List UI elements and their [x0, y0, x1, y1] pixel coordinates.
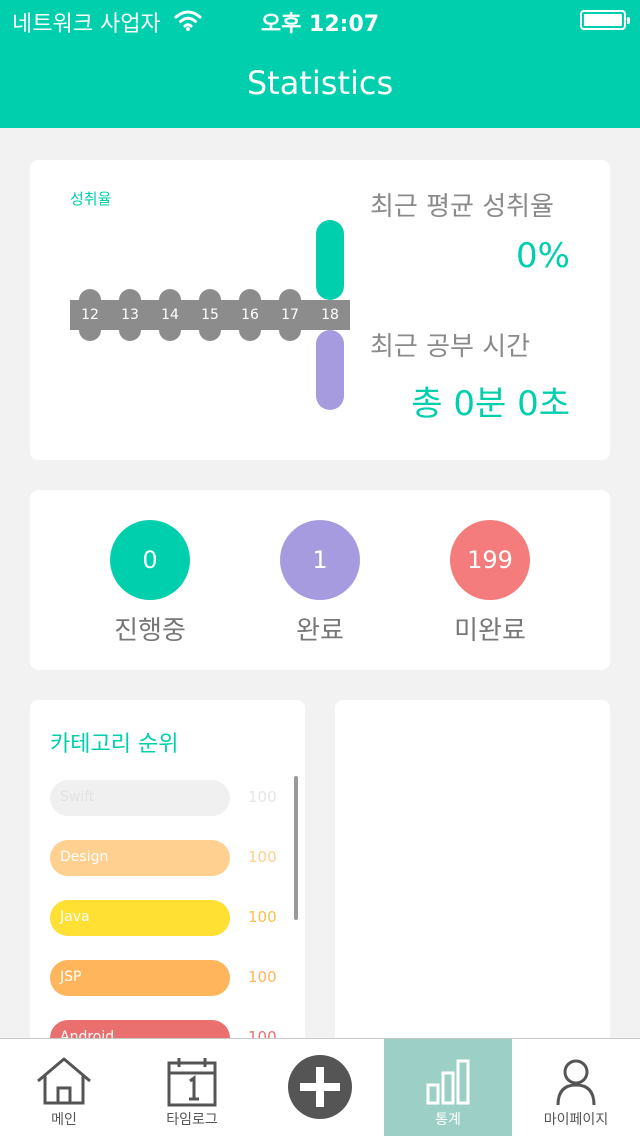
study-time-value: 총 0분 0초: [411, 384, 570, 424]
study-time-label: 최근 공부 시간: [370, 332, 531, 362]
timeline-marker: [199, 330, 221, 341]
completed-label: 완료: [296, 616, 344, 646]
avg-achievement-value: 0%: [516, 236, 570, 276]
detail-panel: [335, 700, 610, 1080]
category-pill-java[interactable]: Java: [50, 900, 230, 936]
in-progress-count[interactable]: 0: [110, 520, 190, 600]
incomplete-label: 미완료: [454, 616, 526, 646]
ranking-title: 카테고리 순위: [50, 732, 179, 757]
timeline-tick: 18: [321, 307, 339, 323]
timeline-marker: [279, 289, 301, 300]
study-time-bar: [316, 330, 344, 410]
timeline-marker: [159, 289, 181, 300]
completed-count[interactable]: 1: [280, 520, 360, 600]
timeline-marker: [79, 330, 101, 341]
in-progress-label: 진행중: [114, 616, 186, 646]
battery-icon: [580, 10, 630, 30]
category-pill-design[interactable]: Design: [50, 840, 230, 876]
tab-label: 타임로그: [166, 1112, 218, 1128]
category-ranking-card: 카테고리 순위 Swift 100 Design 100 Java 100 JS…: [30, 700, 305, 1080]
timeline-tick: 16: [241, 307, 259, 323]
tab-main[interactable]: 메인: [0, 1039, 128, 1136]
add-icon: [286, 1053, 354, 1121]
calendar-icon: [160, 1055, 224, 1109]
avg-achievement-label: 최근 평균 성취율: [370, 192, 554, 222]
timeline-marker: [279, 330, 301, 341]
status-bar: 네트워크 사업자 오후 12:07: [0, 0, 640, 40]
tab-bar: 메인 타임로그 통계 마이페이지: [0, 1038, 640, 1136]
timeline-marker: [119, 289, 141, 300]
category-pill-jsp[interactable]: JSP: [50, 960, 230, 996]
incomplete-count[interactable]: 199: [450, 520, 530, 600]
chart-label: 성취율: [70, 190, 112, 208]
person-icon: [544, 1055, 608, 1109]
status-time: 오후 12:07: [260, 12, 380, 37]
tab-timelog[interactable]: 타임로그: [128, 1039, 256, 1136]
achievement-bar: [316, 220, 344, 300]
category-score: 100: [248, 788, 277, 806]
page-title: Statistics: [246, 64, 394, 102]
timeline-marker: [199, 289, 221, 300]
timeline-marker: [159, 330, 181, 341]
timeline-tick: 13: [121, 307, 139, 323]
progress-card: 0 진행중 1 완료 199 미완료: [30, 490, 610, 670]
tab-mypage[interactable]: 마이페이지: [512, 1039, 640, 1136]
tab-statistics[interactable]: 통계: [384, 1039, 512, 1136]
category-score: 100: [248, 968, 277, 986]
timeline-marker: [79, 289, 101, 300]
tab-label: 마이페이지: [543, 1112, 609, 1128]
category-score: 100: [248, 848, 277, 866]
category-score: 100: [248, 908, 277, 926]
timeline-marker: [119, 330, 141, 341]
tab-add[interactable]: [256, 1039, 384, 1136]
timeline-marker: [239, 289, 261, 300]
tab-label: 메인: [51, 1112, 77, 1128]
nav-bar: Statistics: [0, 40, 640, 128]
achievement-card: 성취율 12 13 14 15 16 17 18 최근 평균 성취율 0% 최근 공부 시간…: [30, 160, 610, 460]
category-pill-swift[interactable]: Swift: [50, 780, 230, 816]
tab-label: 통계: [435, 1112, 461, 1128]
stats-icon: [416, 1055, 480, 1109]
ranking-scrollbar[interactable]: [294, 776, 298, 920]
timeline-tick: 17: [281, 307, 299, 323]
timeline-marker: [239, 330, 261, 341]
home-icon: [32, 1055, 96, 1109]
timeline-tick: 14: [161, 307, 179, 323]
timeline-tick: 12: [81, 307, 99, 323]
timeline-axis: 12 13 14 15 16 17 18: [70, 289, 350, 341]
timeline-tick: 15: [201, 307, 219, 323]
